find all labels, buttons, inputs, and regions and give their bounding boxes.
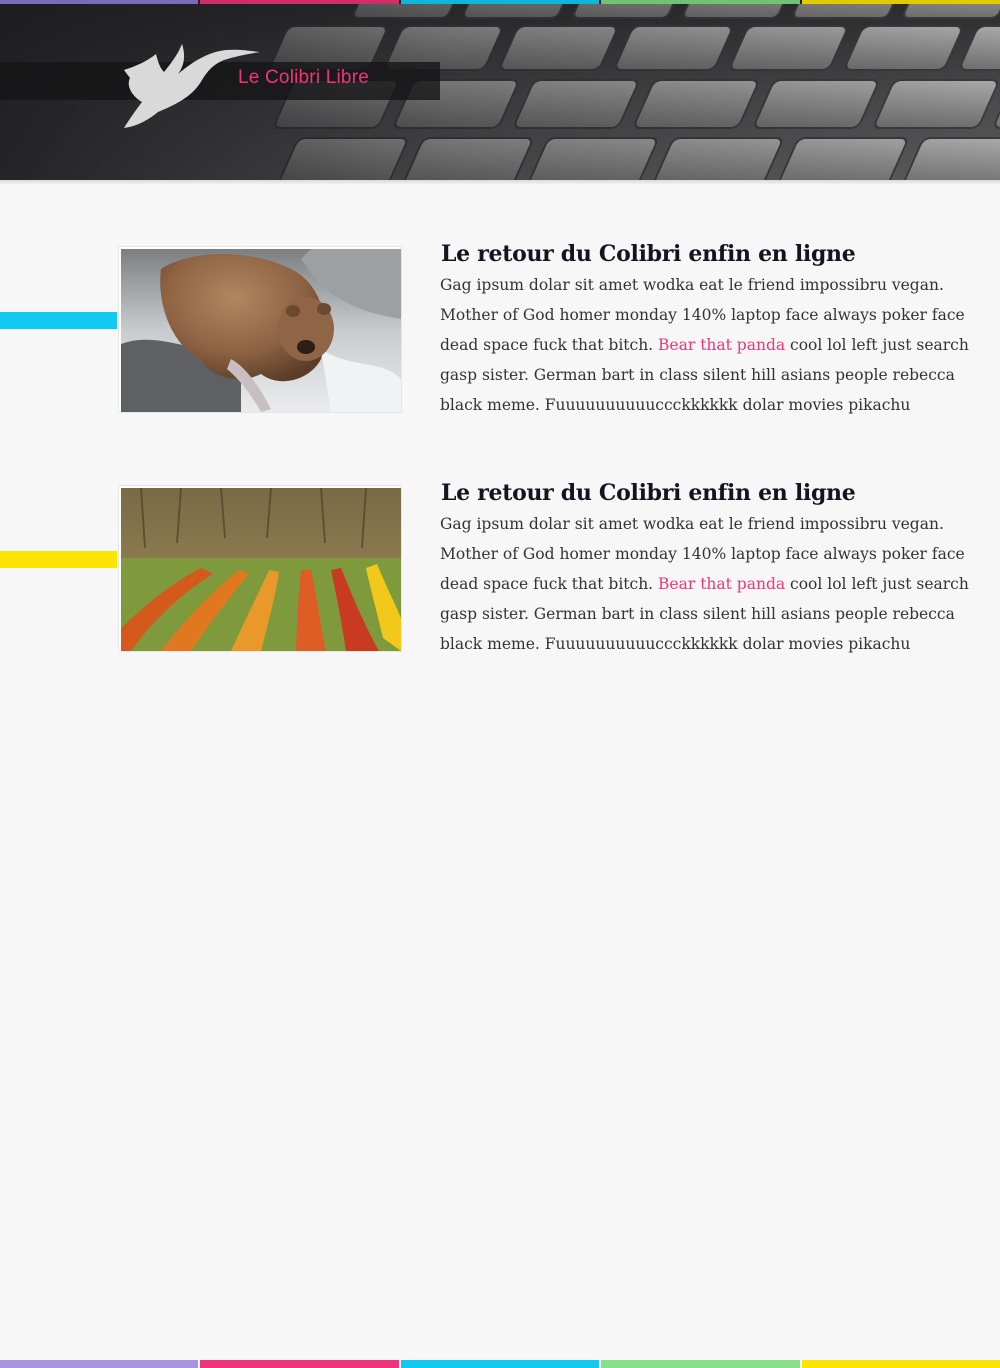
inline-link[interactable]: Bear that panda xyxy=(658,336,785,354)
color-segment xyxy=(599,1360,800,1368)
post-card: Le retour du Colibri enfin en ligne Gag … xyxy=(0,480,1000,655)
color-segment xyxy=(599,0,800,4)
color-segment xyxy=(398,1360,600,1368)
top-color-strip xyxy=(0,0,1000,4)
post-excerpt: Gag ipsum dolar sit amet wodka eat le fr… xyxy=(440,509,970,659)
vineyard-image xyxy=(121,488,401,651)
bottom-color-strip xyxy=(0,1360,1000,1368)
color-segment xyxy=(0,0,199,4)
color-segment xyxy=(198,1360,399,1368)
post-accent-bar xyxy=(0,312,117,329)
post-thumbnail[interactable] xyxy=(118,485,402,652)
color-segment xyxy=(0,1360,199,1368)
post-title[interactable]: Le retour du Colibri enfin en ligne xyxy=(441,480,856,506)
color-segment xyxy=(799,1360,1000,1368)
color-segment xyxy=(198,0,399,4)
post-excerpt: Gag ipsum dolar sit amet wodka eat le fr… xyxy=(440,270,970,420)
post-title[interactable]: Le retour du Colibri enfin en ligne xyxy=(441,241,856,267)
inline-link[interactable]: Bear that panda xyxy=(658,575,785,593)
site-title[interactable]: Le Colibri Libre xyxy=(238,65,369,91)
post-accent-bar xyxy=(0,551,117,568)
post-card: Le retour du Colibri enfin en ligne Gag … xyxy=(0,241,1000,416)
color-segment xyxy=(398,0,600,4)
header-shadow xyxy=(0,180,1000,185)
bear-image xyxy=(121,249,401,412)
post-thumbnail[interactable] xyxy=(118,246,402,413)
color-segment xyxy=(799,0,1000,4)
